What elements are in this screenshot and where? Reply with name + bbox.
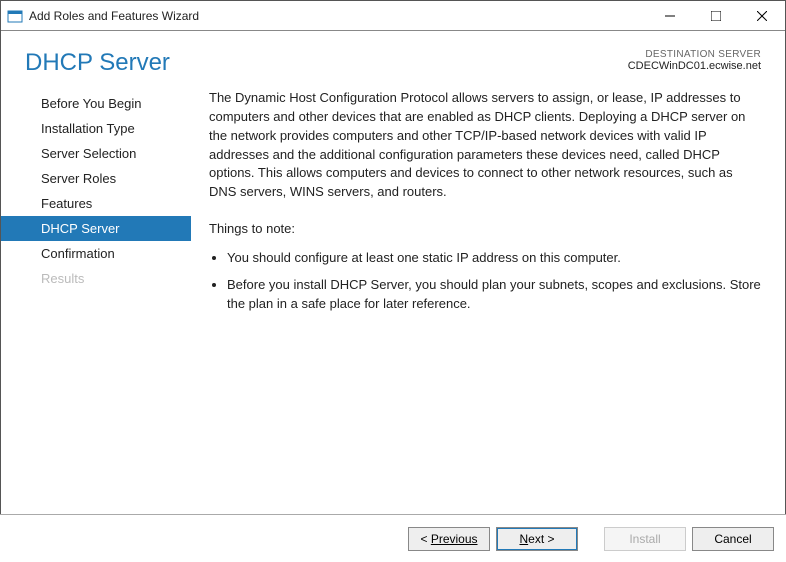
destination-value: CDECWinDC01.ecwise.net [628,60,761,72]
close-button[interactable] [739,1,785,31]
minimize-button[interactable] [647,1,693,31]
cancel-button[interactable]: Cancel [692,527,774,551]
window-title: Add Roles and Features Wizard [29,9,647,23]
wizard-icon [7,8,23,24]
nav-item-dhcp-server[interactable]: DHCP Server [1,216,191,241]
wizard-nav: Before You Begin Installation Type Serve… [1,85,191,505]
destination-label: DESTINATION SERVER [628,49,761,60]
main-pane: The Dynamic Host Configuration Protocol … [191,85,785,505]
nav-item-server-selection[interactable]: Server Selection [1,141,191,166]
nav-item-server-roles[interactable]: Server Roles [1,166,191,191]
nav-item-features[interactable]: Features [1,191,191,216]
destination-server: DESTINATION SERVER CDECWinDC01.ecwise.ne… [628,49,761,72]
notes-heading: Things to note: [209,220,761,239]
content: Before You Begin Installation Type Serve… [1,85,785,505]
intro-text: The Dynamic Host Configuration Protocol … [209,89,761,202]
page-title: DHCP Server [25,49,170,77]
nav-item-results: Results [1,266,191,291]
nav-item-confirmation[interactable]: Confirmation [1,241,191,266]
notes-list: You should configure at least one static… [209,249,761,314]
nav-item-before-you-begin[interactable]: Before You Begin [1,91,191,116]
header: DHCP Server DESTINATION SERVER CDECWinDC… [1,31,785,85]
install-button: Install [604,527,686,551]
nav-item-installation-type[interactable]: Installation Type [1,116,191,141]
previous-button[interactable]: < Previous [408,527,490,551]
next-button[interactable]: Next > [496,527,578,551]
note-item: You should configure at least one static… [227,249,761,268]
titlebar: Add Roles and Features Wizard [1,1,785,31]
footer: < Previous Next > Install Cancel [0,514,786,562]
maximize-button[interactable] [693,1,739,31]
note-item: Before you install DHCP Server, you shou… [227,276,761,314]
